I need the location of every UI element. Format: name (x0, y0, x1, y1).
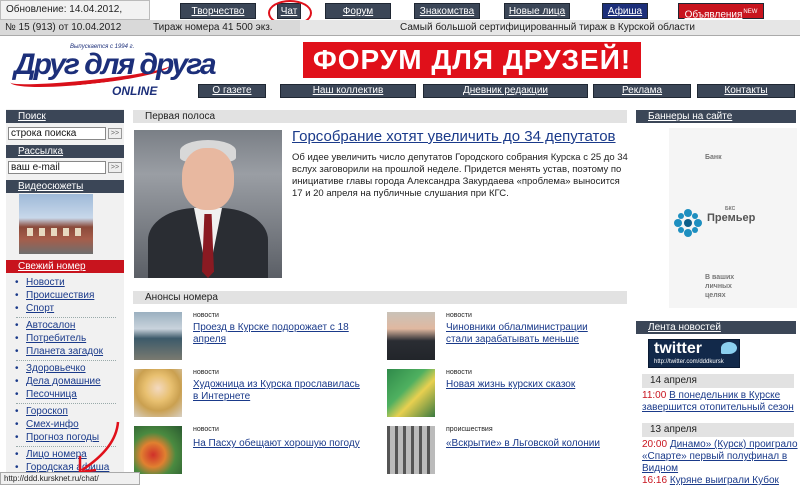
twitter-bird-icon (721, 342, 737, 354)
search-button[interactable]: >> (108, 128, 122, 139)
menu-pesochnitsa[interactable]: Песочница (15, 389, 77, 400)
menu-sport[interactable]: Спорт (15, 303, 54, 314)
email-field[interactable]: ваш e-mail (8, 161, 106, 174)
announce-thumb[interactable] (134, 369, 182, 417)
menu-planeta-zagadok[interactable]: Планета загадок (15, 346, 103, 357)
announce-title[interactable]: Проезд в Курске подорожает с 18 апреля (193, 322, 373, 346)
main-story-title[interactable]: Горсобрание хотят увеличить до 34 депута… (292, 128, 616, 145)
feed-time: 20:00 (642, 439, 668, 450)
menu-avtosalon[interactable]: Автосалон (15, 320, 75, 331)
topnav-forum[interactable]: Форум (325, 3, 391, 19)
video-thumbnail[interactable] (19, 194, 93, 254)
menu-zdorovechko[interactable]: Здоровьечко (15, 363, 86, 374)
secnav-nash-kollektiv[interactable]: Наш коллектив (280, 84, 416, 98)
announce-title[interactable]: На Пасху обещают хорошую погоду (193, 438, 373, 450)
bank-logo-icon (674, 209, 702, 237)
slogan: Самый большой сертифицированный тираж в … (300, 20, 800, 36)
menu-dela-domashnie[interactable]: Дела домашние (15, 376, 101, 387)
announce-title[interactable]: Художница из Курска прославилась в Интер… (193, 379, 363, 403)
topnav-obyavleniya[interactable]: ОбъявленияNEW (678, 3, 764, 20)
bank-banner[interactable]: Банк БКС Премьер В ваших личных целях (669, 128, 797, 308)
announce-category: новости (193, 312, 219, 319)
last-updated: Обновление: 14.04.2012, 11:10 (0, 0, 150, 33)
topnav-znakomstva[interactable]: Знакомства (414, 3, 480, 19)
main-story-photo[interactable] (134, 130, 282, 278)
feed-date: 13 апреля (642, 423, 794, 437)
announce-thumb[interactable] (134, 312, 182, 360)
announce-category: новости (446, 312, 472, 319)
fresh-issue-header[interactable]: Свежий номер (6, 260, 124, 273)
banners-header[interactable]: Баннеры на сайте (636, 110, 796, 123)
twitter-wordmark: twitter (654, 340, 702, 357)
feed-item[interactable]: 20:00 Динамо» (Курск) проиграло «Спарте»… (642, 439, 798, 475)
announce-header: Анонсы номера (133, 291, 627, 304)
bank-small-label: Банк (705, 154, 722, 161)
announce-thumb[interactable] (387, 369, 435, 417)
announce-title[interactable]: Новая жизнь курских сказок (446, 379, 616, 391)
announce-category: новости (193, 426, 219, 433)
logo-since: Выпускается с 1994 г. (70, 44, 135, 50)
secnav-o-gazete[interactable]: О газете (198, 84, 266, 98)
issue-number: № 15 (913) от 10.04.2012 (0, 20, 150, 36)
announce-category: новости (446, 369, 472, 376)
site-logo[interactable]: Друг для друга (14, 48, 217, 82)
feed-date: 14 апреля (642, 374, 794, 388)
new-badge: NEW (743, 9, 758, 15)
topnav-novye-litsa[interactable]: Новые лица (504, 3, 570, 19)
menu-novosti[interactable]: Новости (15, 277, 65, 288)
bank-name: Премьер (707, 212, 756, 224)
twitter-button[interactable]: twitter http://twitter.com/dddkursk (648, 339, 740, 368)
menu-goroskop[interactable]: Гороскоп (15, 406, 68, 417)
mailing-header[interactable]: Рассылка (6, 145, 124, 158)
topnav-tvorchestvo[interactable]: Творчество (180, 3, 256, 19)
feed-item[interactable]: 16:16 Куряне выиграли Кубок (642, 475, 798, 485)
announce-category: происшествия (446, 426, 493, 433)
secnav-kontakty[interactable]: Контакты (697, 84, 795, 98)
feed-text[interactable]: Куряне выиграли Кубок (670, 475, 779, 485)
bank-slogan-line: целях (705, 292, 726, 299)
feed-time: 11:00 (642, 390, 667, 401)
search-header[interactable]: Поиск (6, 110, 124, 123)
feed-time: 16:16 (642, 475, 668, 485)
secnav-dnevnik[interactable]: Дневник редакции (423, 84, 588, 98)
main-story-text: Об идее увеличить число депутатов Городс… (292, 152, 628, 199)
menu-divider (16, 360, 116, 361)
announce-category: новости (193, 369, 219, 376)
announce-title[interactable]: «Вскрытие» в Льговской колонии (446, 438, 616, 450)
secnav-reklama[interactable]: Реклама (593, 84, 691, 98)
announce-thumb[interactable] (387, 312, 435, 360)
topnav-afisha[interactable]: Афиша (602, 3, 648, 19)
video-header[interactable]: Видеосюжеты (6, 180, 124, 193)
announce-thumb[interactable] (134, 426, 182, 474)
menu-potrebitel[interactable]: Потребитель (15, 333, 86, 344)
logo-online: ONLINE (112, 84, 158, 98)
menu-divider (16, 403, 116, 404)
news-feed-header[interactable]: Лента новостей (636, 321, 796, 334)
circulation: Тираж номера 41 500 экз. (150, 20, 300, 36)
subscribe-button[interactable]: >> (108, 162, 122, 173)
announce-title[interactable]: Чиновники облалминистрации стали зарабат… (446, 322, 616, 346)
feed-item[interactable]: 11:00 В понедельник в Курске завершится … (642, 390, 798, 414)
menu-proisshestviya[interactable]: Происшествия (15, 290, 94, 301)
status-bar-url: http://ddd.kursknet.ru/chat/ (0, 472, 140, 485)
front-page-header: Первая полоса (133, 110, 627, 123)
annotation-arrow (78, 421, 120, 474)
twitter-url: http://twitter.com/dddkursk (654, 359, 724, 365)
bank-slogan-line: личных (705, 283, 732, 290)
forum-banner[interactable]: ФОРУМ ДЛЯ ДРУЗЕЙ! (303, 42, 641, 78)
bank-slogan-line: В ваших (705, 274, 735, 281)
search-input[interactable]: строка поиска (8, 127, 106, 140)
menu-divider (16, 317, 116, 318)
announce-thumb[interactable] (387, 426, 435, 474)
